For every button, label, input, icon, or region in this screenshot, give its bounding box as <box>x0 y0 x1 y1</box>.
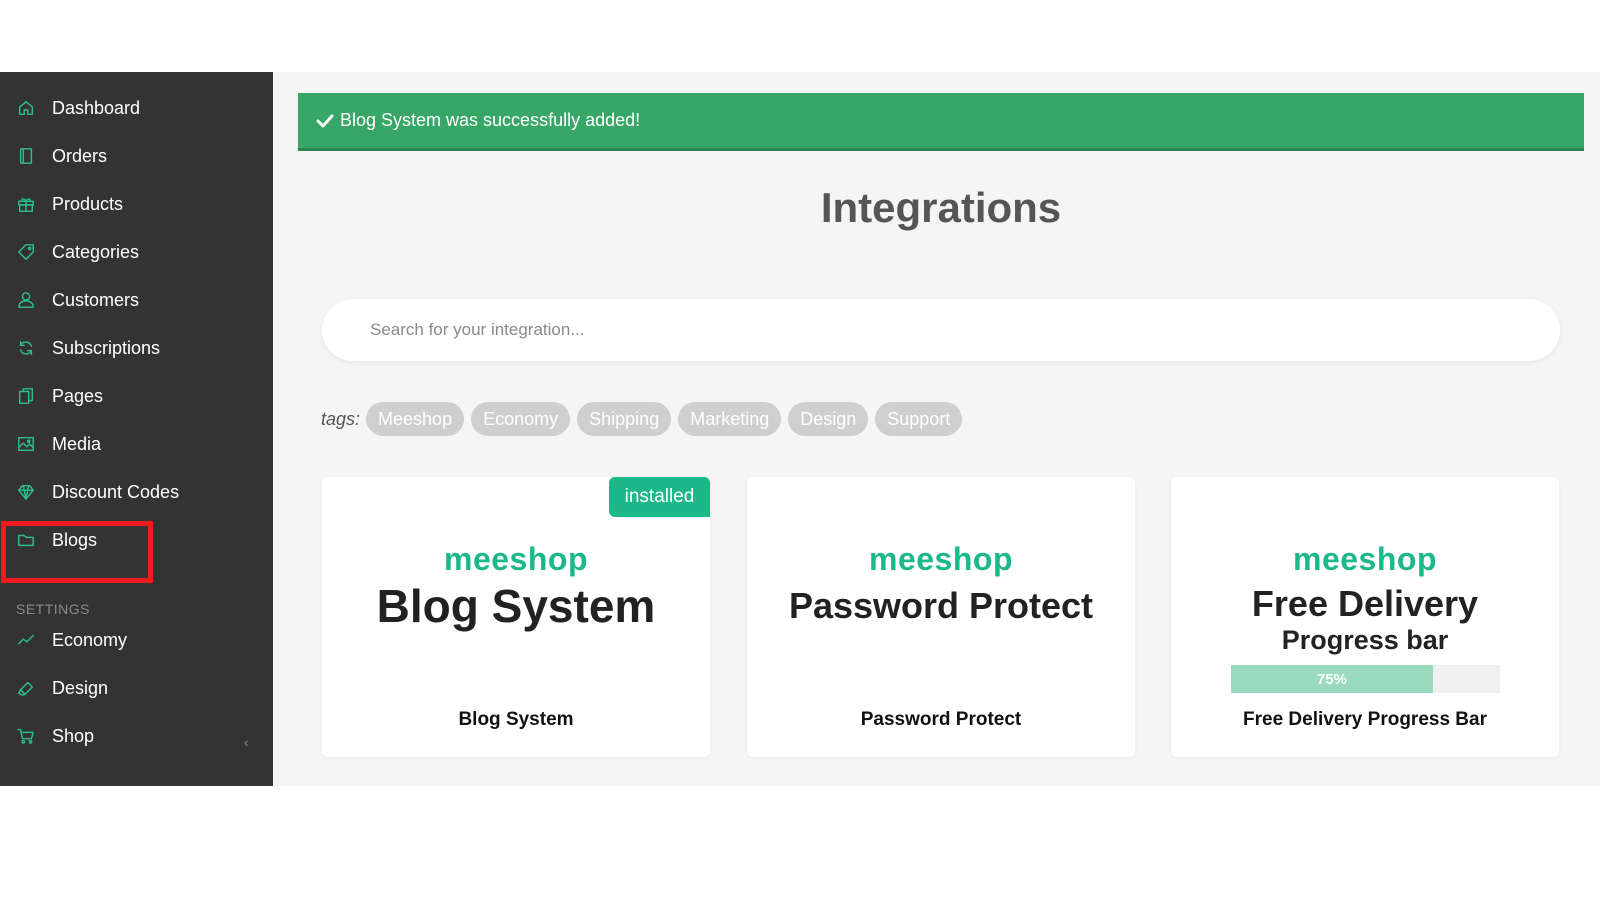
palette-icon <box>16 678 36 698</box>
sidebar-item-label: Dashboard <box>52 97 141 118</box>
sidebar-item-products[interactable]: Products <box>0 182 273 226</box>
sidebar-item-label: Products <box>52 193 124 214</box>
sidebar-item-shop[interactable]: Shop <box>0 714 273 758</box>
sidebar-item-label: Customers <box>52 289 140 310</box>
tag-shipping[interactable]: Shipping <box>577 402 672 436</box>
tag-marketing[interactable]: Marketing <box>678 402 782 436</box>
card-logo-title: Password Protect <box>788 585 1094 626</box>
sidebar-item-label: Shop <box>52 725 95 746</box>
page-title: Integrations <box>820 184 1062 231</box>
tag-support[interactable]: Support <box>875 402 963 436</box>
sidebar-item-label: Orders <box>52 145 108 166</box>
sidebar-item-label: Blogs <box>52 529 98 550</box>
folder-icon <box>16 530 36 550</box>
installed-badge: installed <box>609 477 710 517</box>
sidebar-item-design[interactable]: Design <box>0 666 273 710</box>
main-content: Blog System was successfully added! Inte… <box>273 72 1600 786</box>
app-frame: Dashboard Orders Products Categories Cus… <box>0 72 1600 786</box>
alert-text: Blog System was successfully added! <box>340 110 641 130</box>
integration-card-password-protect[interactable]: meeshop Password Protect Password Protec… <box>747 477 1135 757</box>
card-logo-title: Free Delivery <box>1251 583 1479 624</box>
card-logo-title: Blog System <box>376 580 656 632</box>
success-alert: Blog System was successfully added! <box>298 93 1584 151</box>
card-name: Free Delivery Progress Bar <box>1243 709 1487 730</box>
tag-filter: tags: Meeshop Economy Shipping Marketing… <box>321 402 969 436</box>
sidebar-item-blogs[interactable]: Blogs <box>0 518 273 562</box>
card-brand-logo: meeshop <box>1293 541 1437 577</box>
sidebar-item-dashboard[interactable]: Dashboard <box>0 86 273 130</box>
card-brand-logo: meeshop <box>869 541 1013 577</box>
image-icon <box>16 434 36 454</box>
settings-section-header: SETTINGS <box>16 601 91 617</box>
sidebar-item-label: Categories <box>52 241 140 262</box>
tag-design[interactable]: Design <box>788 402 869 436</box>
progress-fill: 75% <box>1231 665 1433 693</box>
integration-card-free-delivery[interactable]: meeshop Free Delivery Progress bar 75% F… <box>1171 477 1559 757</box>
sidebar-item-customers[interactable]: Customers <box>0 278 273 322</box>
trend-icon <box>16 630 36 650</box>
sidebar-item-label: Pages <box>52 385 104 406</box>
search-input[interactable] <box>322 299 1560 361</box>
integration-card-blog-system[interactable]: installed meeshop Blog System Blog Syste… <box>322 477 710 757</box>
sidebar-item-label: Subscriptions <box>52 337 161 358</box>
user-icon <box>16 290 36 310</box>
sidebar-item-label: Design <box>52 677 109 698</box>
card-name: Blog System <box>458 709 574 730</box>
pages-icon <box>16 386 36 406</box>
tags-label: tags: <box>321 408 361 429</box>
refresh-icon <box>16 338 36 358</box>
tag-icon <box>16 242 36 262</box>
sidebar-item-categories[interactable]: Categories <box>0 230 273 274</box>
sidebar-item-label: Discount Codes <box>52 481 180 502</box>
sidebar-item-pages[interactable]: Pages <box>0 374 273 418</box>
home-icon <box>16 98 36 118</box>
cart-icon <box>16 726 36 746</box>
gift-icon <box>16 194 36 214</box>
tag-economy[interactable]: Economy <box>471 402 571 436</box>
card-brand-logo: meeshop <box>444 541 588 577</box>
sidebar-item-label: Media <box>52 433 102 454</box>
book-icon <box>16 146 36 166</box>
tag-meeshop[interactable]: Meeshop <box>366 402 465 436</box>
sidebar-item-subscriptions[interactable]: Subscriptions <box>0 326 273 370</box>
sidebar-item-economy[interactable]: Economy <box>0 618 273 662</box>
sidebar-item-media[interactable]: Media <box>0 422 273 466</box>
check-icon <box>316 113 334 129</box>
card-name: Password Protect <box>860 709 1022 730</box>
progress-bar: 75% <box>1231 665 1500 693</box>
sidebar-item-label: Economy <box>52 629 128 650</box>
diamond-icon <box>16 482 36 502</box>
card-logo-subtitle: Progress bar <box>1281 625 1449 655</box>
sidebar: Dashboard Orders Products Categories Cus… <box>0 72 273 786</box>
sidebar-item-orders[interactable]: Orders <box>0 134 273 178</box>
collapse-sidebar-icon[interactable]: ‹ <box>244 734 249 750</box>
sidebar-item-discount-codes[interactable]: Discount Codes <box>0 470 273 514</box>
